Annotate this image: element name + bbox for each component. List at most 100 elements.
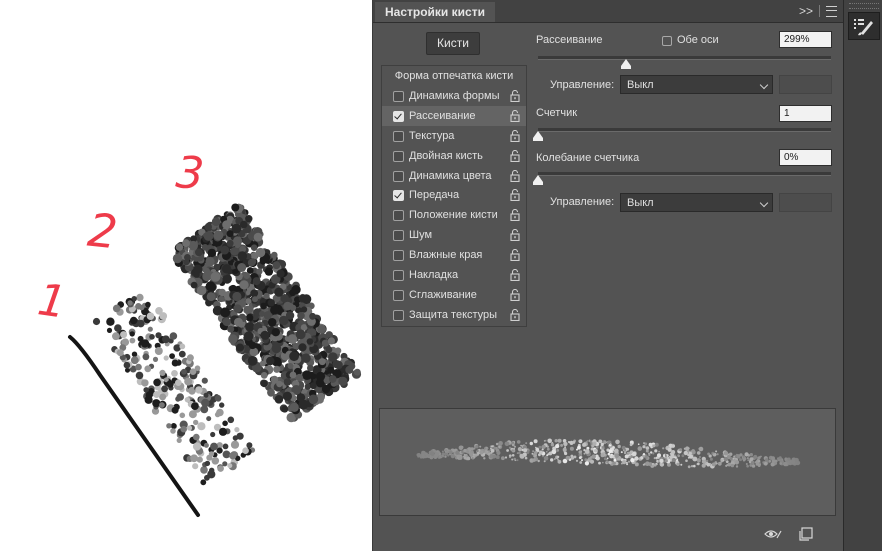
count-jitter-slider-track[interactable]: [538, 172, 831, 176]
collapse-panel-button[interactable]: >>: [799, 4, 813, 18]
brush-option-item[interactable]: Накладка: [382, 265, 526, 285]
brush-option-item[interactable]: Динамика формы: [382, 86, 526, 106]
lock-icon[interactable]: [510, 209, 520, 222]
preview-dot: [624, 452, 626, 454]
scatter-dot: [296, 393, 306, 402]
brush-option-label: Двойная кисть: [409, 149, 483, 162]
lock-icon[interactable]: [510, 229, 520, 242]
brush-option-checkbox[interactable]: [393, 250, 404, 262]
count-jitter-value-input[interactable]: 0%: [779, 149, 832, 166]
brush-option-item[interactable]: Текстура: [382, 126, 526, 146]
brush-option-checkbox[interactable]: [393, 170, 404, 182]
chevron-down-icon: [759, 198, 769, 208]
scatter-dot: [315, 371, 326, 381]
brush-option-checkbox[interactable]: [393, 130, 404, 142]
lock-icon[interactable]: [510, 288, 520, 301]
preview-dot: [509, 456, 511, 458]
lock-icon[interactable]: [510, 189, 520, 202]
preview-dot: [749, 453, 753, 457]
brush-option-checkbox[interactable]: [393, 190, 404, 202]
brush-option-checkbox[interactable]: [393, 210, 404, 222]
preview-dot: [557, 438, 562, 443]
scatter-dot: [325, 346, 333, 354]
brush-option-item[interactable]: Передача: [382, 185, 526, 205]
brush-option-item[interactable]: Динамика цвета: [382, 166, 526, 186]
scatter-dot: [309, 312, 316, 320]
control-select-2[interactable]: Выкл: [620, 193, 773, 212]
brush-option-item[interactable]: Двойная кисть: [382, 146, 526, 166]
brush-option-item[interactable]: Положение кисти: [382, 205, 526, 225]
brush-option-checkbox[interactable]: [393, 289, 404, 301]
preview-dot: [570, 454, 574, 458]
lock-icon[interactable]: [510, 149, 520, 162]
scatter-dot: [203, 231, 214, 241]
preview-dot: [556, 455, 560, 459]
document-canvas[interactable]: 1 2 3: [0, 0, 372, 551]
lock-icon[interactable]: [510, 90, 520, 102]
create-new-brush-icon[interactable]: [799, 527, 813, 541]
lock-icon[interactable]: [510, 308, 520, 321]
preview-dot: [626, 463, 629, 466]
scatter-value-input[interactable]: 299%: [779, 31, 832, 48]
preview-dot: [642, 453, 646, 456]
scatter-dot: [213, 230, 224, 241]
scatter-dot: [279, 315, 289, 326]
brush-settings-dock-button[interactable]: [848, 12, 880, 40]
scatter-slider-thumb[interactable]: [620, 59, 631, 69]
scatter-slider-track[interactable]: [538, 56, 831, 60]
preview-dot: [441, 452, 445, 456]
toggle-live-tip-preview-icon[interactable]: [763, 527, 783, 541]
lock-icon[interactable]: [510, 169, 520, 182]
scatter-dot: [252, 296, 258, 303]
preview-dot: [598, 461, 601, 465]
panel-menu-icon[interactable]: [826, 5, 837, 17]
preview-dot: [715, 450, 718, 453]
lock-icon[interactable]: [510, 249, 520, 262]
brush-option-item[interactable]: Шум: [382, 225, 526, 245]
lock-icon[interactable]: [510, 129, 520, 142]
scatter-dot: [247, 355, 258, 366]
scatter-dot: [179, 412, 186, 419]
scatter-dot: [263, 292, 270, 300]
both-axes-checkbox[interactable]: [662, 36, 672, 46]
preview-dot: [583, 452, 586, 455]
brush-option-item[interactable]: Влажные края: [382, 245, 526, 265]
brush-option-item[interactable]: Защита текстуры: [382, 305, 526, 325]
scatter-dot: [317, 392, 325, 401]
brush-option-item[interactable]: Рассеивание: [382, 105, 526, 126]
brush-option-checkbox[interactable]: [393, 270, 404, 282]
preview-dot: [655, 457, 658, 460]
brush-option-label: Текстура: [409, 129, 455, 142]
brush-option-checkbox[interactable]: [393, 110, 404, 122]
brushes-button[interactable]: Кисти: [426, 32, 480, 55]
scatter-dot: [189, 368, 197, 376]
brush-option-checkbox[interactable]: [393, 150, 404, 162]
dock-grip[interactable]: [849, 3, 879, 9]
count-slider-thumb[interactable]: [533, 131, 543, 141]
preview-dot: [551, 449, 557, 455]
lock-icon[interactable]: [510, 109, 520, 122]
tab-brush-settings[interactable]: Настройки кисти: [375, 2, 495, 22]
scatter-dot: [221, 264, 232, 274]
preview-dot: [506, 449, 509, 452]
scatter-dot: [295, 373, 304, 382]
count-jitter-slider-thumb[interactable]: [533, 175, 543, 185]
preview-dot: [516, 440, 521, 444]
lock-icon[interactable]: [510, 269, 520, 282]
brush-option-item[interactable]: Сглаживание: [382, 285, 526, 305]
scatter-dot: [140, 339, 150, 348]
preview-dot: [591, 454, 596, 459]
preview-dot: [488, 451, 490, 453]
scatter-dot: [186, 354, 194, 362]
count-value-input[interactable]: 1: [779, 105, 832, 122]
brush-option-checkbox[interactable]: [393, 309, 404, 321]
preview-dot: [474, 453, 478, 457]
brush-tip-shape-item[interactable]: Форма отпечатка кисти: [382, 66, 526, 86]
brush-option-checkbox[interactable]: [393, 91, 404, 102]
scatter-dot: [301, 306, 308, 313]
preview-dot: [652, 452, 655, 455]
control-select-1[interactable]: Выкл: [620, 75, 773, 94]
preview-dot: [600, 453, 605, 458]
brush-option-checkbox[interactable]: [393, 230, 404, 242]
count-slider-track[interactable]: [538, 128, 831, 132]
